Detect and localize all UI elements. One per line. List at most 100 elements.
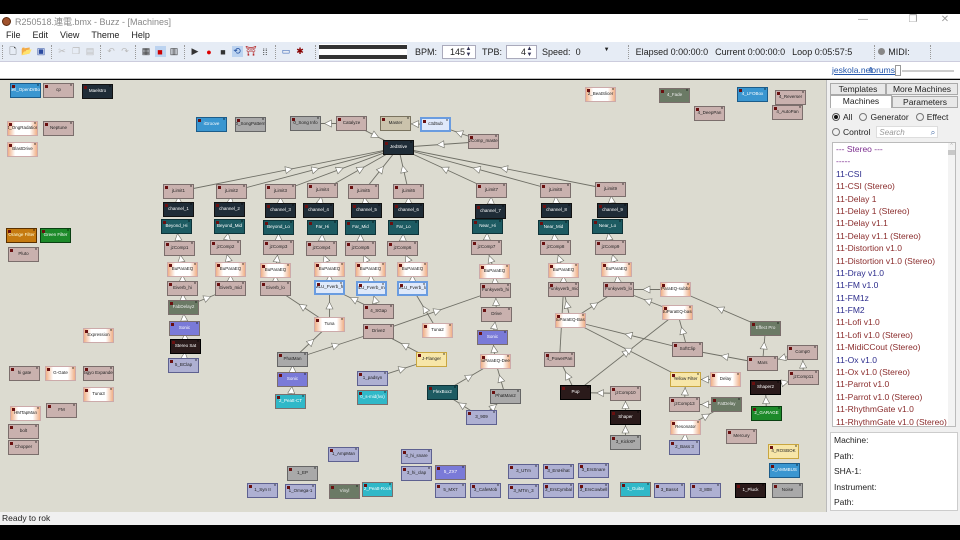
machine-sub[interactable]: c3d5ub	[420, 117, 451, 132]
tpb-spinner-icon[interactable]: ▲ ▼	[526, 46, 533, 58]
machine-ml[interactable]: MLU_Fverb_lo	[397, 281, 428, 296]
machine-guit[interactable]: 1_Guitar	[620, 482, 651, 497]
machine-jc11[interactable]: jzComp11	[788, 370, 819, 385]
wire-arrow-icon[interactable]	[410, 120, 419, 129]
machine-hig[interactable]: hi gate	[9, 366, 40, 381]
machine-fm[interactable]: Far_Mid	[345, 220, 376, 235]
machine-dpan[interactable]: 4_DeepPan	[694, 106, 725, 121]
machine-chop[interactable]: Chopper	[8, 440, 39, 455]
machine-view-icon[interactable]: ■	[154, 46, 166, 57]
machine-nl[interactable]: Near_Lo	[592, 219, 623, 234]
machine-ch3[interactable]: channel_3	[265, 203, 296, 218]
machine-son2[interactable]: Sonic	[277, 372, 308, 387]
machine-peatt[interactable]: 2_Peatt-CT	[275, 394, 306, 409]
machine-list-item[interactable]: 11-CSI	[833, 168, 955, 180]
wire-arrow-icon[interactable]	[325, 301, 334, 310]
machine-jc5[interactable]: jzComp5	[345, 241, 376, 256]
machine-ppan[interactable]: 4_PowerPan	[544, 352, 575, 367]
machine-eq7[interactable]: BuParaEQ	[479, 264, 510, 279]
machine-efx[interactable]: Effect Pro	[750, 321, 781, 336]
machine-master[interactable]: Master	[380, 116, 411, 131]
machine-mars[interactable]: Mars	[747, 356, 778, 371]
machine-rev[interactable]: 4_Reverser	[775, 90, 806, 105]
machine-ch9[interactable]: channel_9	[597, 203, 628, 218]
machine-esn[interactable]: 3_ErsSnare	[578, 463, 609, 478]
machine-sinfo[interactable]: 0_Song Info	[290, 116, 321, 131]
wire-arrow-icon[interactable]	[356, 233, 365, 242]
machine-hsn[interactable]: 3_hi_snare	[401, 449, 432, 464]
wire-arrow-icon[interactable]	[202, 293, 212, 303]
copy-icon[interactable]: ❐	[71, 46, 82, 57]
machine-flex[interactable]: FlexBox2	[427, 385, 458, 400]
machine-son1[interactable]: Sonic	[169, 321, 200, 336]
machine-jc7[interactable]: jzComp7	[471, 240, 502, 255]
machine-jfl[interactable]: J-Flanger	[416, 352, 447, 367]
wire-arrow-icon[interactable]	[643, 296, 653, 306]
machine-syn2[interactable]: 1_Syn II	[247, 483, 278, 498]
speed-select[interactable]: 0 ▼	[576, 47, 610, 57]
machine-eq3[interactable]: BuParaEQ	[260, 263, 291, 278]
machine-shaper[interactable]: Shaper	[610, 410, 641, 425]
machine-eqsb[interactable]: BuParaEQ-subbass	[660, 282, 691, 297]
machine-list-item[interactable]: 11-FM v1.0	[833, 279, 955, 291]
machine-ch5[interactable]: channel_5	[351, 203, 382, 218]
machine-omega[interactable]: 1_Omega-1	[285, 484, 316, 499]
machine-jl4[interactable]: jLimit4	[307, 183, 338, 198]
machine-zx7[interactable]: 5_ZX7	[435, 465, 466, 480]
wire-arrow-icon[interactable]	[496, 374, 506, 384]
minimize-button[interactable]: —	[848, 14, 878, 25]
machine-noise[interactable]: Noise	[772, 483, 803, 498]
machine-bass4[interactable]: 3_Bass4	[654, 483, 685, 498]
wire-arrow-icon[interactable]	[420, 304, 431, 315]
machine-list-item[interactable]: 11-Lofi v1.0 (Stereo)	[833, 329, 955, 341]
machine-comp0[interactable]: Comp0	[787, 345, 818, 360]
machine-jc4[interactable]: jzComp4	[306, 241, 337, 256]
menu-edit[interactable]: Edit	[27, 29, 55, 42]
machine-fab[interactable]: FabDelay2	[168, 300, 199, 315]
machine-eq6[interactable]: BuParaEQ	[397, 262, 428, 277]
machine-list-item[interactable]: 11-Delay v1.1	[833, 217, 955, 229]
wire-arrow-icon[interactable]	[310, 165, 320, 175]
machine-eqdeep[interactable]: BuParaEQ-Deep	[480, 354, 511, 369]
tab-machines[interactable]: Machines	[830, 95, 892, 108]
machine-jzm[interactable]: jzComp_master	[468, 134, 499, 149]
menu-view[interactable]: View	[54, 29, 85, 42]
menu-help[interactable]: Help	[125, 29, 156, 42]
machine-ssat[interactable]: Stereo Sat	[170, 339, 201, 354]
machine-kick[interactable]: 3_KickXP	[610, 435, 641, 450]
machine-list-item[interactable]: --- Stereo ---	[833, 143, 955, 155]
machine-pluck[interactable]: 1_Pluck	[735, 483, 766, 498]
machine-canvas[interactable]: Sell_OpenDrBoxcp Maelstro 4_OngRadation Nep…	[0, 80, 826, 512]
machine-nep[interactable]: Neptune	[43, 121, 74, 136]
search-input[interactable]: Search ⌕	[876, 126, 939, 138]
wire-arrow-icon[interactable]	[799, 360, 808, 369]
machine-eq5[interactable]: BuParaEQ	[355, 262, 386, 277]
sequencer-view-icon[interactable]: ▥	[169, 46, 180, 57]
machine-tuna3[interactable]: Tuna3	[83, 387, 114, 402]
machine-drive[interactable]: Drive	[481, 307, 512, 322]
machine-phat[interactable]: PhatMan	[277, 352, 308, 367]
machine-grf[interactable]: Green Filter	[40, 228, 71, 243]
machine-jl3[interactable]: jLimit3	[265, 184, 296, 199]
machine-jc8[interactable]: jzComp8	[540, 240, 571, 255]
machine-fkm[interactable]: Funkyverb_mid	[548, 282, 579, 297]
wire-arrow-icon[interactable]	[595, 389, 604, 398]
wire-arrow-icon[interactable]	[762, 395, 771, 404]
machine-gg[interactable]: G-Gate	[45, 366, 76, 381]
machine-list-item[interactable]: 11-RhythmGate v1.0 (Stereo)	[833, 416, 955, 426]
wire-arrow-icon[interactable]	[375, 164, 386, 175]
machine-list-item[interactable]: 11-Parrot v1.0	[833, 378, 955, 390]
zoom-slider-track[interactable]	[902, 70, 954, 72]
machine-jc2[interactable]: jzComp2	[210, 240, 241, 255]
machine-list-item[interactable]: 11-CSI (Stereo)	[833, 180, 955, 192]
wire-arrow-icon[interactable]	[563, 300, 572, 310]
machine-jc9[interactable]: jzComp9	[595, 240, 626, 255]
menu-file[interactable]: File	[0, 29, 27, 42]
machine-list-item[interactable]: -----	[833, 155, 955, 167]
machine-list-item[interactable]: 11-Delay 1 (Stereo)	[833, 205, 955, 217]
pattern-view-icon[interactable]: ▦	[141, 46, 152, 57]
close-button[interactable]: ✕	[930, 14, 960, 25]
machine-amm[interactable]: 2_AMMBUS	[769, 463, 800, 478]
machine-fatd[interactable]: FatDelay	[711, 397, 742, 412]
wire-arrow-icon[interactable]	[589, 300, 600, 311]
